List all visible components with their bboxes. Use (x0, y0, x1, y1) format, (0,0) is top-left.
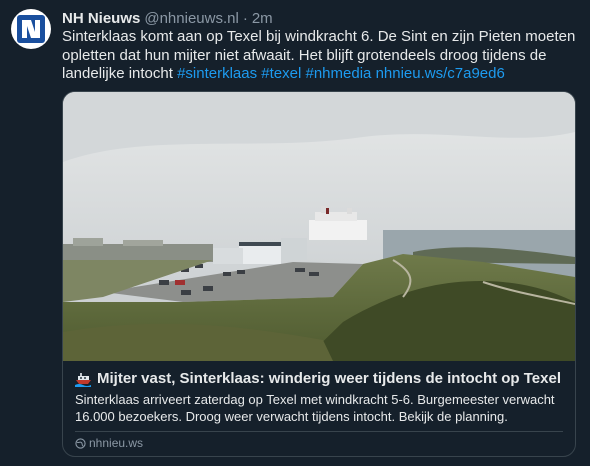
card-description: Sinterklaas arriveert zaterdag op Texel … (75, 392, 555, 424)
link-preview-card[interactable]: Mijter vast, Sinterklaas: winderig weer … (62, 91, 576, 457)
hashtag-texel[interactable]: #texel (261, 65, 301, 82)
hashtag-nhmedia[interactable]: #nhmedia (306, 65, 372, 82)
avatar[interactable] (11, 9, 51, 49)
ship-icon (75, 372, 91, 387)
tweet-text: Sinterklaas komt aan op Texel bij windkr… (62, 28, 578, 84)
card-text: Mijter vast, Sinterklaas: winderig weer … (75, 369, 567, 425)
separator-dot: · (242, 9, 248, 27)
account-name[interactable]: NH Nieuws (62, 10, 140, 27)
card-title-text: Mijter vast, Sinterklaas: winderig weer … (97, 370, 562, 387)
tweet-header: NH Nieuws @nhnieuws.nl · 2m (62, 8, 273, 28)
card-divider (75, 431, 563, 432)
tweet[interactable]: NH Nieuws @nhnieuws.nl · 2m Sinterklaas … (0, 0, 590, 466)
card-image[interactable] (63, 92, 575, 361)
harbour-photo (63, 92, 575, 361)
account-handle[interactable]: @nhnieuws.nl (144, 10, 238, 27)
hashtag-sinterklaas[interactable]: #sinterklaas (177, 65, 257, 82)
timestamp[interactable]: 2m (252, 10, 273, 27)
card-domain-text: nhnieu.ws (89, 436, 144, 450)
tweet-link[interactable]: nhnieu.ws/c7a9ed6 (376, 65, 505, 82)
card-title[interactable]: Mijter vast, Sinterklaas: winderig weer … (75, 369, 567, 389)
globe-icon (75, 437, 86, 449)
card-domain[interactable]: nhnieu.ws (75, 436, 143, 450)
nh-logo-icon (17, 15, 45, 43)
